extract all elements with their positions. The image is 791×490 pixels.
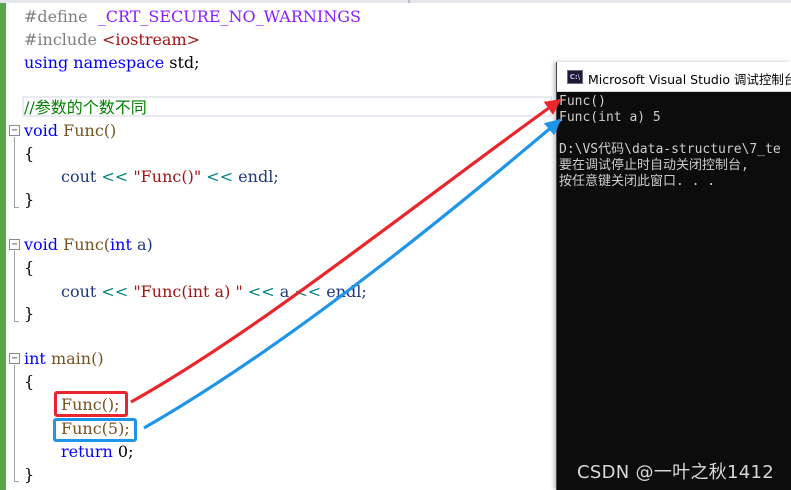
code-line-brace-open[interactable]: { xyxy=(24,258,34,278)
func2-name: Func( xyxy=(58,235,111,254)
code-line-func2-signature[interactable]: void Func(int a) xyxy=(24,235,153,255)
console-app-icon: C:\ xyxy=(567,70,583,84)
stream-operator: << xyxy=(294,282,322,301)
top-strip xyxy=(0,0,791,3)
code-comment: //参数的个数不同 xyxy=(24,98,147,117)
stream-operator: << xyxy=(247,282,275,301)
tab-separator xyxy=(408,0,410,3)
brace-close: } xyxy=(24,304,35,323)
code-line-return[interactable]: return 0; xyxy=(61,442,133,462)
debug-console-window[interactable]: C:\ Microsoft Visual Studio 调试控制台 Func()… xyxy=(556,62,791,490)
code-line-func1-signature[interactable]: void Func() xyxy=(24,121,116,141)
brace-close: } xyxy=(24,190,35,209)
brace-open: { xyxy=(24,372,35,391)
string-literal: "Func()" xyxy=(128,167,207,186)
code-line-brace-close[interactable]: } xyxy=(24,190,34,210)
endl-identifier: endl; xyxy=(233,167,279,186)
using-keyword: using xyxy=(24,53,69,72)
change-tracking-bar xyxy=(0,3,6,490)
func2-param: a) xyxy=(131,235,153,254)
stream-operator: << xyxy=(101,282,129,301)
string-literal: "Func(int a) " xyxy=(128,282,248,301)
include-target: <iostream> xyxy=(102,30,201,49)
code-line-cout2[interactable]: cout << "Func(int a) " << a << endl; xyxy=(61,282,367,302)
func1-return-type: void xyxy=(24,121,59,140)
include-keyword: #include xyxy=(24,30,97,49)
main-return-type: int xyxy=(24,349,46,368)
console-output-line: Func() xyxy=(559,94,606,109)
func2-param-type: int xyxy=(110,235,132,254)
main-name: main() xyxy=(45,349,104,368)
brace-open: { xyxy=(24,258,35,277)
csdn-watermark: CSDN @一叶之秋1412 xyxy=(577,462,775,483)
brace-close: } xyxy=(24,465,35,484)
fold-guide-end xyxy=(14,207,19,208)
return-value: 0; xyxy=(112,442,134,461)
brace-open: { xyxy=(24,144,35,163)
return-keyword: return xyxy=(61,442,113,461)
code-line-brace-open[interactable]: { xyxy=(24,144,34,164)
red-arrow xyxy=(130,98,562,404)
define-keyword: #define xyxy=(24,7,88,26)
param-a-identifier: a xyxy=(274,282,295,301)
fold-guide-end xyxy=(14,481,19,482)
console-title-bar[interactable]: C:\ Microsoft Visual Studio 调试控制台 xyxy=(557,62,791,92)
define-macro: _CRT_SECURE_NO_WARNINGS xyxy=(97,7,361,26)
console-output-line: D:\VS代码\data-structure\7_te xyxy=(559,142,781,157)
fold-guide xyxy=(14,137,15,207)
fold-guide-end xyxy=(14,321,19,322)
code-line-brace-close[interactable]: } xyxy=(24,465,34,485)
console-output-line: 要在调试停止时自动关闭控制台, xyxy=(559,158,749,173)
stream-operator: << xyxy=(206,167,234,186)
endl-identifier: endl; xyxy=(321,282,367,301)
std-name: std; xyxy=(164,53,200,72)
code-line-comment[interactable]: //参数的个数不同 xyxy=(24,98,147,118)
code-line-cout1[interactable]: cout << "Func()" << endl; xyxy=(61,167,279,187)
stream-operator: << xyxy=(101,167,129,186)
console-title: Microsoft Visual Studio 调试控制台 xyxy=(588,72,791,87)
cout-identifier: cout xyxy=(61,282,102,301)
highlight-box-func-int-call xyxy=(53,418,137,442)
code-line-define[interactable]: #define _CRT_SECURE_NO_WARNINGS xyxy=(24,7,361,27)
code-line-brace-open[interactable]: { xyxy=(24,372,34,392)
func1-name: Func() xyxy=(58,121,117,140)
namespace-keyword: namespace xyxy=(73,53,165,72)
code-line-brace-close[interactable]: } xyxy=(24,304,34,324)
fold-guide xyxy=(14,251,15,321)
code-line-using[interactable]: using namespace std; xyxy=(24,53,200,73)
collapse-main-icon[interactable]: − xyxy=(9,353,20,364)
console-output-line: 按任意键关闭此窗口. . . xyxy=(559,174,716,189)
collapse-func1-icon[interactable]: − xyxy=(9,125,20,136)
highlight-box-func-call xyxy=(54,391,128,417)
console-output-line: Func(int a) 5 xyxy=(559,110,661,125)
console-output[interactable]: Func() Func(int a) 5 D:\VS代码\data-struct… xyxy=(559,94,790,484)
collapse-func2-icon[interactable]: − xyxy=(9,239,20,250)
func2-return-type: void xyxy=(24,235,59,254)
code-line-include[interactable]: #include <iostream> xyxy=(24,30,200,50)
cout-identifier: cout xyxy=(61,167,102,186)
code-line-main-signature[interactable]: int main() xyxy=(24,349,104,369)
fold-guide xyxy=(14,365,15,481)
